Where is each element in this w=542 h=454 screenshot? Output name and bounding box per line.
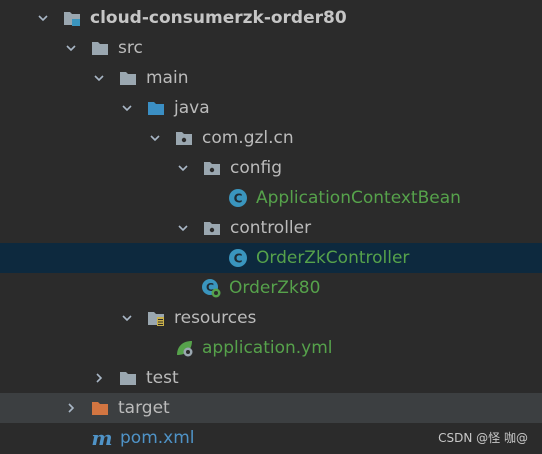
module-folder-icon — [62, 8, 82, 28]
tree-row-order-zk-controller[interactable]: C OrderZkController — [0, 243, 542, 273]
folder-icon — [118, 68, 138, 88]
config-label: config — [230, 158, 283, 178]
java-label: java — [174, 98, 210, 118]
spring-config-icon — [174, 338, 194, 358]
chevron-right-icon[interactable] — [92, 371, 106, 385]
project-tree: cloud-consumerzk-order80 src main java c… — [0, 0, 542, 454]
tree-row-module[interactable]: cloud-consumerzk-order80 — [0, 3, 542, 33]
controller-label: controller — [230, 218, 312, 238]
package-label: com.gzl.cn — [202, 128, 294, 148]
chevron-down-icon[interactable] — [64, 41, 78, 55]
test-label: test — [146, 368, 179, 388]
maven-icon: m — [91, 426, 113, 450]
chevron-down-icon[interactable] — [120, 311, 134, 325]
tree-row-application-yml[interactable]: application.yml — [0, 333, 542, 363]
chevron-down-icon[interactable] — [92, 71, 106, 85]
folder-icon — [90, 38, 110, 58]
tree-row-controller[interactable]: controller — [0, 213, 542, 243]
class-icon: C — [228, 248, 248, 268]
main-label: main — [146, 68, 189, 88]
tree-row-resources[interactable]: resources — [0, 303, 542, 333]
csdn-watermark: CSDN @怪 咖@ — [438, 431, 528, 445]
folder-icon — [118, 368, 138, 388]
svg-text:C: C — [234, 252, 243, 266]
module-label: cloud-consumerzk-order80 — [90, 8, 347, 28]
resources-folder-icon — [146, 308, 166, 328]
maven-icon-letter: m — [91, 426, 113, 450]
order-zk-controller-label: OrderZkController — [256, 248, 410, 268]
resources-label: resources — [174, 308, 257, 328]
tree-row-config[interactable]: config — [0, 153, 542, 183]
tree-row-application-context-bean[interactable]: C ApplicationContextBean — [0, 183, 542, 213]
chevron-down-icon[interactable] — [148, 131, 162, 145]
tree-row-package[interactable]: com.gzl.cn — [0, 123, 542, 153]
excluded-folder-icon — [90, 398, 110, 418]
pom-label: pom.xml — [120, 428, 195, 448]
source-root-folder-icon — [146, 98, 166, 118]
order-zk80-label: OrderZk80 — [229, 278, 321, 298]
tree-row-test[interactable]: test — [0, 363, 542, 393]
application-yml-label: application.yml — [202, 338, 333, 358]
tree-row-target[interactable]: target — [0, 393, 542, 423]
svg-text:C: C — [234, 192, 243, 206]
chevron-right-icon[interactable] — [64, 401, 78, 415]
tree-row-java[interactable]: java — [0, 93, 542, 123]
src-label: src — [118, 38, 143, 58]
chevron-down-icon[interactable] — [120, 101, 134, 115]
tree-row-order-zk80[interactable]: C OrderZk80 — [0, 273, 542, 303]
target-label: target — [118, 398, 170, 418]
package-icon — [202, 158, 222, 178]
package-icon — [202, 218, 222, 238]
tree-row-main[interactable]: main — [0, 63, 542, 93]
chevron-down-icon[interactable] — [176, 161, 190, 175]
tree-row-src[interactable]: src — [0, 33, 542, 63]
chevron-down-icon[interactable] — [176, 221, 190, 235]
class-icon: C — [228, 188, 248, 208]
package-icon — [174, 128, 194, 148]
spring-boot-class-icon: C — [201, 278, 221, 298]
chevron-down-icon[interactable] — [36, 11, 50, 25]
application-context-bean-label: ApplicationContextBean — [256, 188, 461, 208]
